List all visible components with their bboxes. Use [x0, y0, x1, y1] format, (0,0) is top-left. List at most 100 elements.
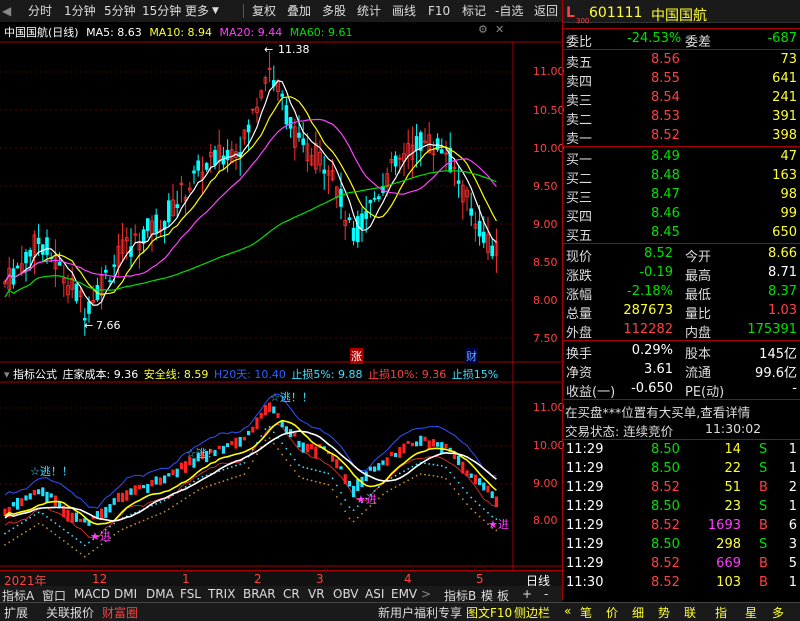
bid-price: 8.49 — [651, 149, 680, 164]
quick-tab[interactable]: 星 — [745, 604, 757, 621]
tab-trix[interactable]: TRIX — [208, 587, 235, 601]
candle-body — [301, 138, 305, 145]
stop5-dot — [461, 486, 464, 489]
chevron-down-icon[interactable]: ▾ — [4, 368, 10, 381]
candle-body — [469, 208, 473, 216]
bid-row[interactable]: 买一 8.49 47 — [563, 148, 800, 168]
zs10-label: 止损10%: 9.36 — [368, 368, 447, 381]
bid-row[interactable]: 买三 8.47 98 — [563, 186, 800, 206]
tab-dma[interactable]: DMA — [146, 587, 174, 601]
draw-line-button[interactable]: 画线 — [392, 3, 416, 19]
stop15-dot — [243, 473, 246, 475]
indicator-name[interactable]: 指标公式 — [13, 368, 57, 381]
quote-label: 外盘 — [566, 326, 593, 341]
mark-button[interactable]: 标记 — [462, 3, 486, 19]
ask-row[interactable]: 卖三 8.54 241 — [563, 89, 800, 109]
overlay-button[interactable]: 叠加 — [287, 3, 311, 19]
limit-up-badge[interactable]: 涨 — [350, 348, 363, 364]
quick-tab[interactable]: 联 — [684, 604, 696, 621]
stop5-dot — [407, 468, 410, 470]
chevron-down-icon[interactable]: ▼ — [212, 3, 219, 19]
related-quotes-button[interactable]: 关联报价 — [46, 604, 94, 621]
quick-tab[interactable]: 势 — [658, 604, 670, 621]
new-user-promo[interactable]: 新用户福利专享 — [378, 604, 462, 621]
ask-row[interactable]: 卖四 8.55 641 — [563, 70, 800, 90]
minus-icon[interactable]: - — [544, 587, 548, 601]
quote-value: -2.18% — [627, 284, 673, 299]
stop5-dot — [230, 466, 233, 468]
quick-tab[interactable]: 多 — [772, 604, 784, 621]
ind-candle — [444, 443, 448, 449]
adjust-button[interactable]: 复权 — [252, 3, 276, 19]
ask-row[interactable]: 卖一 8.52 398 — [563, 127, 800, 147]
multi-stock-button[interactable]: 多股 — [322, 3, 346, 19]
tab-emv[interactable]: EMV — [391, 587, 417, 601]
sidebar-button[interactable]: 侧边栏 — [514, 604, 550, 621]
tab-fsl[interactable]: FSL — [180, 587, 201, 601]
stop15-dot — [285, 459, 288, 461]
tick-volume: 1693 — [707, 518, 741, 533]
bid-volume: 163 — [772, 168, 797, 183]
ind-candle — [137, 484, 141, 490]
quick-tab[interactable]: 细 — [632, 604, 644, 621]
stats-button[interactable]: 统计 — [357, 3, 381, 19]
close-icon[interactable]: ✕ — [495, 23, 504, 36]
stop15-dot — [302, 477, 305, 480]
stat-label: 收益(一) — [566, 385, 616, 400]
stop5-dot — [62, 528, 65, 531]
trade-status: 交易状态: 连续竞价 — [565, 424, 674, 439]
graphic-f10-button[interactable]: 图文F10 — [466, 604, 512, 621]
tab-obv[interactable]: OBV — [333, 587, 359, 601]
finance-badge[interactable]: 财 — [465, 348, 478, 364]
ind-candle — [410, 442, 414, 447]
ask-row[interactable]: 卖五 8.56 73 — [563, 51, 800, 71]
add-watchlist-button[interactable]: -自选 — [495, 3, 523, 19]
candle-body — [456, 180, 461, 184]
tab-cr[interactable]: CR — [283, 587, 300, 601]
wealth-circle-button[interactable]: 财富圈 — [102, 604, 138, 621]
tab-vr[interactable]: VR — [308, 587, 325, 601]
ask-volume: 241 — [772, 90, 797, 105]
tab-intraday[interactable]: 分时 — [28, 3, 52, 19]
expand-button[interactable]: 扩展 — [4, 604, 28, 621]
double-chevron-left-icon[interactable]: « — [564, 604, 571, 618]
kline-chart[interactable] — [0, 22, 562, 570]
candle-body — [213, 149, 217, 166]
bid-row[interactable]: 买二 8.48 163 — [563, 167, 800, 187]
big-order-notice[interactable]: 在买盘***位置有大买单,查看详情 — [565, 402, 750, 421]
bid-row[interactable]: 买五 8.45 650 — [563, 224, 800, 244]
f10-button[interactable]: F10 — [428, 3, 450, 19]
ind-candle — [368, 466, 372, 471]
plus-icon[interactable]: + — [522, 587, 532, 601]
back-button[interactable]: 返回 — [534, 3, 558, 19]
stop15-dot — [25, 530, 27, 533]
stop15-dot — [163, 510, 166, 513]
ind-candle — [133, 485, 137, 495]
notice-row[interactable]: 在买盘***位置有大买单,查看详情 — [563, 401, 800, 420]
chevron-right-icon[interactable]: > — [421, 587, 431, 601]
stop5-dot — [390, 477, 393, 479]
tab-asi[interactable]: ASI — [365, 587, 384, 601]
indicator-header: ▾ 指标公式 庄家成本: 9.36 安全线: 8.59 H20天: 10.40 … — [4, 366, 498, 382]
ask-price: 8.55 — [651, 71, 680, 86]
bid-row[interactable]: 买四 8.46 99 — [563, 205, 800, 225]
tab-dmi[interactable]: DMI — [114, 587, 137, 601]
ind-candle — [373, 466, 377, 472]
ask-row[interactable]: 卖二 8.53 391 — [563, 108, 800, 128]
quick-tab[interactable]: 笔 — [580, 604, 592, 621]
ind-candle — [284, 426, 288, 434]
settings-icon[interactable]: ⚙ — [478, 23, 488, 36]
quote-row: 涨跌 -0.19 最高 8.71 — [563, 264, 800, 284]
tab-brar[interactable]: BRAR — [243, 587, 276, 601]
ind-candle — [347, 480, 351, 487]
stop15-dot — [323, 482, 326, 485]
tab-more[interactable]: 更多 — [185, 3, 209, 19]
tab-15min[interactable]: 15分钟 — [142, 3, 181, 19]
period-prev-icon[interactable]: ◀ — [2, 3, 11, 19]
tab-macd[interactable]: MACD — [74, 587, 110, 601]
stop15-dot — [167, 508, 170, 511]
tab-1min[interactable]: 1分钟 — [64, 3, 96, 19]
tab-5min[interactable]: 5分钟 — [104, 3, 136, 19]
quick-tab[interactable]: 指 — [715, 604, 727, 621]
quick-tab[interactable]: 价 — [606, 604, 618, 621]
